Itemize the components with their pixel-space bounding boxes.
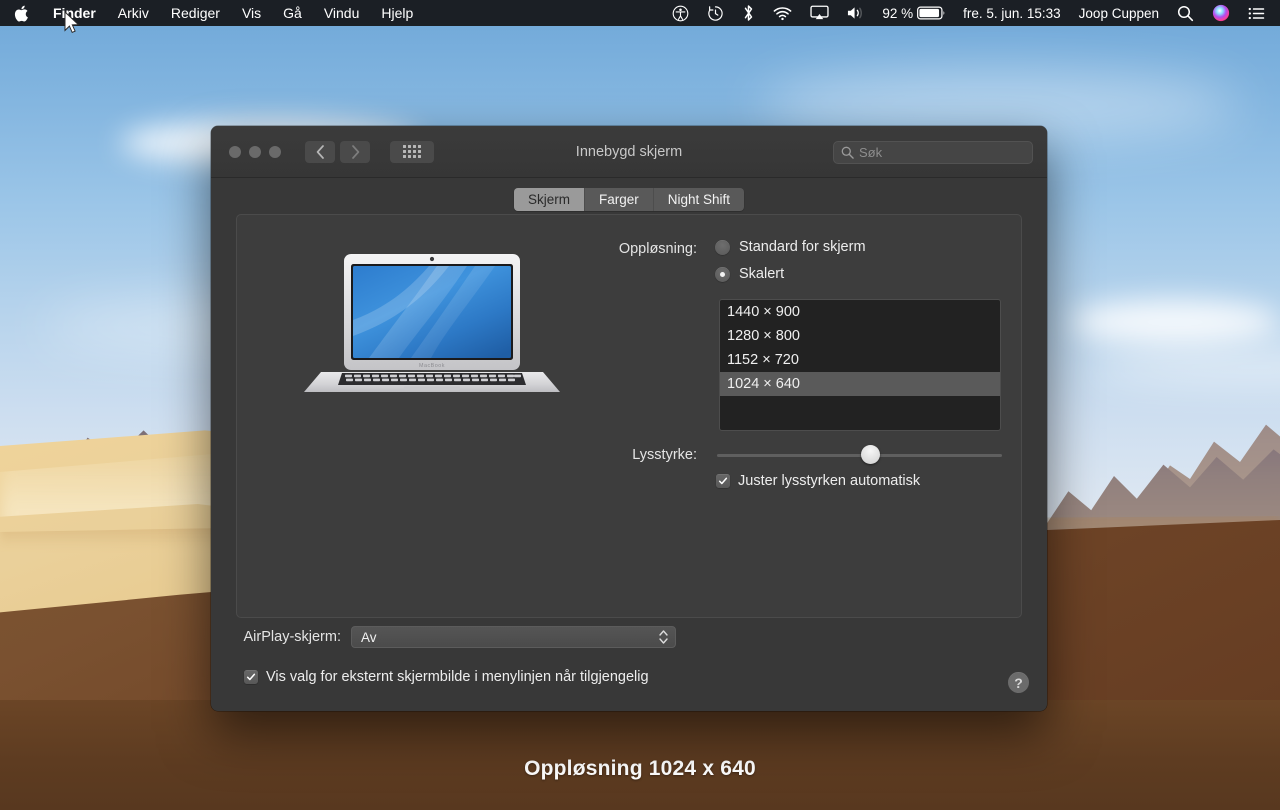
- traffic-lights: [211, 145, 281, 158]
- brightness-label: Lysstyrke:: [632, 447, 697, 463]
- menu-bar-left: Finder Arkiv Rediger Vis Gå Vindu Hjelp: [0, 0, 424, 26]
- airplay-select[interactable]: Av: [351, 626, 676, 648]
- brightness-slider-knob[interactable]: [861, 445, 880, 464]
- menu-item-app-name[interactable]: Finder: [42, 0, 107, 26]
- show-mirroring-options-row[interactable]: Vis valg for eksternt skjermbilde i meny…: [244, 669, 649, 685]
- status-user-name[interactable]: Joop Cuppen: [1070, 0, 1168, 26]
- tab-night-shift[interactable]: Night Shift: [652, 188, 744, 211]
- accessibility-icon: [672, 5, 689, 21]
- resolution-option-label: Standard for skjerm: [739, 239, 866, 255]
- chevron-down-icon: [659, 638, 668, 644]
- tab-group: Skjerm Farger Night Shift: [513, 188, 745, 211]
- resolution-list-item[interactable]: 1280 × 800: [720, 324, 1000, 348]
- status-volume[interactable]: [838, 0, 873, 26]
- menu-item-vindu[interactable]: Vindu: [313, 0, 371, 26]
- menu-item-arkiv[interactable]: Arkiv: [107, 0, 160, 26]
- search-icon: [841, 146, 854, 159]
- status-time-machine[interactable]: [698, 0, 733, 26]
- back-button[interactable]: [305, 140, 335, 163]
- resolution-caption: Oppløsning 1024 x 640: [524, 757, 756, 780]
- bluetooth-icon: [745, 5, 753, 21]
- chevron-up-icon: [659, 630, 668, 636]
- show-all-button[interactable]: [390, 140, 434, 163]
- radio-button[interactable]: [715, 239, 730, 255]
- minimize-button[interactable]: [249, 145, 261, 158]
- navigation-buttons: [305, 140, 370, 163]
- stepper-updown-icon: [659, 630, 668, 644]
- radio-button[interactable]: [715, 266, 730, 282]
- show-mirroring-options-label: Vis valg for eksternt skjermbilde i meny…: [266, 669, 649, 685]
- desktop-screen: Oppløsning 1024 x 640 Finder Arkiv Redig…: [0, 0, 1280, 810]
- resolution-list-item[interactable]: 1152 × 720: [720, 348, 1000, 372]
- zoom-button[interactable]: [269, 145, 281, 158]
- airplay-screen-mirroring-icon: [810, 5, 829, 20]
- status-battery[interactable]: [917, 0, 954, 26]
- checkbox[interactable]: [244, 670, 258, 684]
- status-wifi[interactable]: [764, 0, 801, 26]
- status-notification-center[interactable]: [1239, 0, 1280, 26]
- airplay-label: AirPlay-skjerm:: [243, 629, 341, 645]
- status-spotlight[interactable]: [1168, 0, 1203, 26]
- menu-item-vis[interactable]: Vis: [231, 0, 272, 26]
- cloud-shape: [1090, 350, 1280, 384]
- volume-icon: [848, 7, 863, 19]
- menu-item-ga[interactable]: Gå: [272, 0, 313, 26]
- tab-skjerm[interactable]: Skjerm: [513, 188, 584, 211]
- checkbox[interactable]: [716, 474, 730, 488]
- resolution-option-label: Skalert: [739, 266, 785, 282]
- resolution-list-item[interactable]: 1440 × 900: [720, 300, 1000, 324]
- menu-bar-status-area: 92 % fre. 5. jun. 15:33 Joop Cuppen: [663, 0, 1280, 26]
- resolution-list[interactable]: 1440 × 900 1280 × 800 1152 × 720 1024 × …: [719, 299, 1001, 431]
- menu-item-rediger[interactable]: Rediger: [160, 0, 231, 26]
- chevron-left-icon: [316, 144, 324, 159]
- apple-logo-icon: [14, 5, 28, 22]
- time-machine-icon: [708, 5, 724, 21]
- close-button[interactable]: [229, 145, 241, 158]
- auto-brightness-label: Juster lysstyrken automatisk: [738, 473, 921, 489]
- resolution-option-default[interactable]: Standard for skjerm: [715, 239, 866, 255]
- menu-bar: Finder Arkiv Rediger Vis Gå Vindu Hjelp: [0, 0, 1280, 26]
- svg-text:MacBook: MacBook: [419, 363, 445, 369]
- battery-icon: [917, 6, 945, 20]
- caption-strip: [0, 700, 1280, 810]
- airplay-selected-value: Av: [361, 629, 377, 645]
- search-icon: [1177, 5, 1194, 21]
- help-button[interactable]: ?: [1008, 672, 1029, 693]
- forward-button[interactable]: [340, 140, 370, 163]
- search-placeholder: Søk: [859, 145, 883, 160]
- wifi-icon: [773, 6, 792, 20]
- siri-icon: [1212, 4, 1230, 22]
- resolution-option-scaled[interactable]: Skalert: [715, 266, 784, 282]
- checkmark-icon: [718, 477, 728, 485]
- brightness-slider-track[interactable]: [717, 454, 1002, 457]
- auto-brightness-checkbox-row[interactable]: Juster lysstyrken automatisk: [716, 473, 920, 489]
- notification-center-icon: [1248, 7, 1265, 19]
- tab-farger[interactable]: Farger: [583, 188, 653, 211]
- apple-menu[interactable]: [0, 0, 42, 26]
- show-all-grid-icon: [403, 145, 421, 158]
- status-datetime[interactable]: fre. 5. jun. 15:33: [954, 0, 1070, 26]
- macbook-illustration: MacBook: [304, 254, 560, 392]
- resolution-label: Oppløsning:: [618, 241, 697, 257]
- resolution-list-item-selected[interactable]: 1024 × 640: [720, 372, 1000, 396]
- cloud-shape: [1070, 300, 1280, 344]
- status-siri[interactable]: [1203, 0, 1239, 26]
- status-airplay[interactable]: [801, 0, 838, 26]
- window-titlebar[interactable]: Innebygd skjerm Søk: [211, 126, 1047, 178]
- tab-bar: Skjerm Farger Night Shift: [211, 188, 1047, 211]
- status-bluetooth[interactable]: [733, 0, 764, 26]
- checkmark-icon: [246, 673, 256, 681]
- status-accessibility[interactable]: [663, 0, 698, 26]
- search-field[interactable]: Søk: [833, 141, 1033, 164]
- airplay-row: AirPlay-skjerm: Av: [211, 626, 997, 648]
- menu-item-hjelp[interactable]: Hjelp: [370, 0, 424, 26]
- display-settings-panel: MacBook Oppløsning: Standard for skjerm …: [236, 214, 1022, 618]
- displays-preferences-window: Innebygd skjerm Søk Skjerm Farger Night …: [211, 126, 1047, 711]
- status-battery-percent[interactable]: 92 %: [873, 0, 917, 26]
- chevron-right-icon: [351, 144, 359, 159]
